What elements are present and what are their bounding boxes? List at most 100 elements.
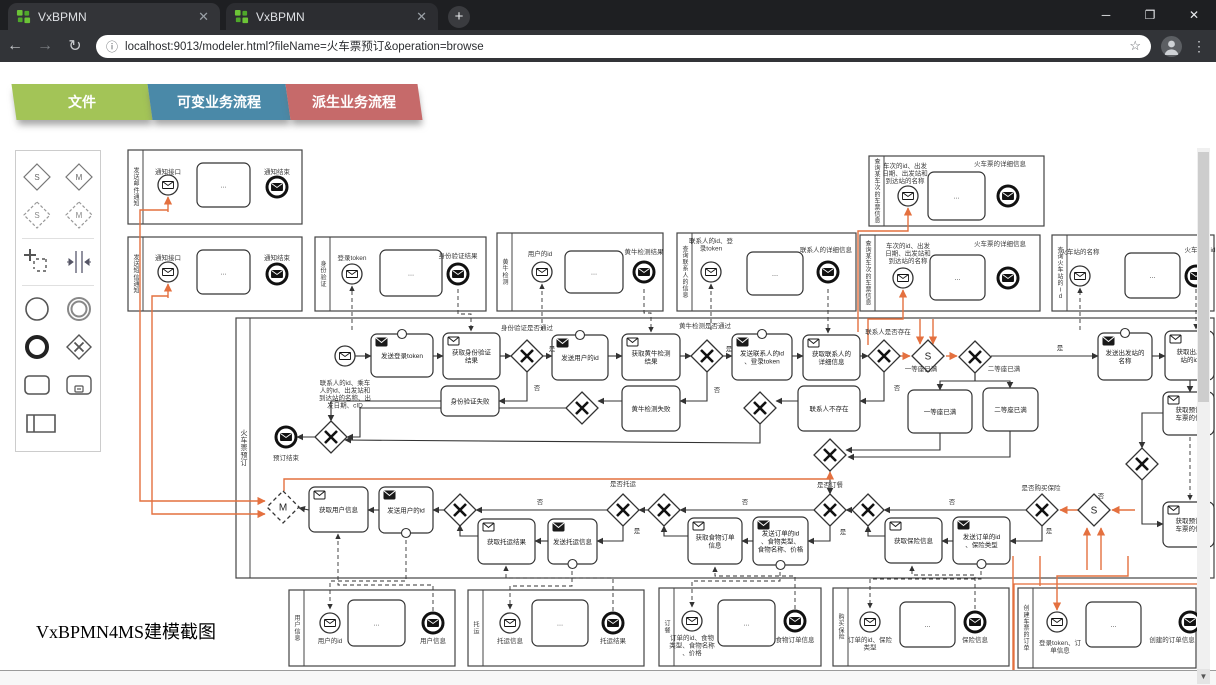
profile-avatar[interactable] [1161, 36, 1182, 57]
browser-tab-2[interactable]: VxBPMN ✕ [226, 3, 438, 30]
intermediate-event-tool[interactable] [61, 291, 97, 327]
bpmn-task[interactable]: … [380, 250, 442, 296]
bpmn-start-event[interactable] [335, 346, 355, 366]
bookmark-star-icon[interactable]: ☆ [1129, 38, 1141, 54]
gateway-m-dashed-tool[interactable]: M [61, 197, 97, 233]
boundary-event-circle[interactable] [568, 560, 577, 569]
url-omnibox[interactable]: ⓘ localhost:9013/modeler.html?fileName=火… [96, 35, 1151, 58]
reload-button[interactable]: ↻ [60, 36, 90, 56]
ribbon-tab-derived-process[interactable]: 派生业务流程 [285, 84, 422, 120]
ribbon-tab-file[interactable]: 文件 [11, 84, 152, 120]
bpmn-start-event[interactable] [1070, 266, 1090, 286]
participant-pool-tool[interactable] [23, 405, 59, 441]
bpmn-task[interactable]: … [532, 600, 588, 646]
bpmn-end-event[interactable] [818, 262, 838, 282]
page-info-icon[interactable]: ⓘ [106, 38, 118, 55]
gateway-m-tool[interactable]: M [61, 159, 97, 195]
lasso-tool[interactable] [19, 244, 55, 280]
bpmn-task[interactable]: 一等座已满 [908, 390, 972, 433]
boundary-event-circle[interactable] [758, 330, 767, 339]
bpmn-task[interactable]: 发送托运信息 [548, 519, 597, 569]
exclusive-gateway-tool[interactable] [61, 329, 97, 365]
bpmn-task[interactable]: 获取保险信息 [885, 518, 942, 563]
bpmn-end-event[interactable] [634, 262, 654, 282]
bpmn-start-event[interactable] [893, 268, 913, 288]
bpmn-task[interactable]: 发送订单的id、食物类型、食物名称、价格 [753, 517, 808, 570]
bpmn-task[interactable]: … [900, 602, 955, 647]
bpmn-task[interactable]: 发送用户的id [379, 487, 433, 538]
subprocess-tool[interactable] [61, 367, 97, 403]
bpmn-task[interactable]: 获取托运结果 [478, 519, 535, 564]
bpmn-task[interactable]: … [718, 600, 775, 646]
bpmn-task[interactable]: … [565, 251, 623, 293]
window-maximize-button[interactable]: ❐ [1128, 8, 1172, 22]
vertical-scrollbar-thumb[interactable] [1198, 152, 1209, 402]
boundary-event-circle[interactable] [776, 561, 785, 570]
bpmn-end-event[interactable] [267, 264, 287, 284]
bpmn-end-event[interactable] [276, 427, 296, 447]
bpmn-start-event[interactable] [500, 613, 520, 633]
bpmn-task[interactable]: 身份验证失败 [441, 386, 499, 416]
bpmn-start-event[interactable] [532, 262, 552, 282]
bpmn-task[interactable]: 发送登录token [371, 330, 433, 378]
scroll-down-arrow-icon[interactable]: ▼ [1197, 669, 1210, 684]
new-tab-button[interactable]: + [448, 6, 470, 28]
bpmn-task[interactable]: 获取黄牛检测结果 [622, 334, 680, 380]
task-tool[interactable] [19, 367, 55, 403]
bpmn-task[interactable]: 发送订单的id、保险类型 [953, 517, 1010, 569]
bpmn-task[interactable]: … [348, 600, 405, 646]
bpmn-task[interactable]: 获取用户信息 [309, 487, 368, 532]
bpmn-start-event[interactable] [342, 264, 362, 284]
boundary-event-circle[interactable] [576, 331, 585, 340]
browser-menu-icon[interactable]: ⋮ [1192, 38, 1206, 55]
window-minimize-button[interactable]: ─ [1084, 8, 1128, 22]
boundary-event-circle[interactable] [977, 560, 986, 569]
bpmn-task[interactable]: … [197, 163, 250, 207]
bpmn-end-event[interactable] [785, 611, 805, 631]
bpmn-task[interactable]: … [1086, 602, 1141, 647]
bpmn-task[interactable]: 发送出发站的名称 [1098, 329, 1152, 381]
vertical-scrollbar[interactable]: ▼ [1197, 148, 1210, 684]
bpmn-start-event[interactable] [860, 612, 880, 632]
bpmn-task[interactable]: 获取食物订单信息 [688, 518, 742, 564]
bpmn-end-event[interactable] [423, 613, 443, 633]
bpmn-end-event[interactable] [267, 177, 287, 197]
bpmn-task[interactable]: … [747, 252, 803, 295]
bpmn-start-event[interactable] [682, 611, 702, 631]
browser-tab-1[interactable]: VxBPMN ✕ [8, 3, 220, 30]
bpmn-task[interactable]: 二等座已满 [983, 388, 1038, 431]
bpmn-start-event[interactable] [320, 613, 340, 633]
bpmn-task[interactable]: 获取联系人的详细信息 [803, 335, 860, 380]
tab-close-icon[interactable]: ✕ [195, 9, 212, 25]
end-event-tool[interactable] [19, 329, 55, 365]
bpmn-task[interactable]: … [928, 172, 985, 220]
window-close-button[interactable]: ✕ [1172, 8, 1216, 22]
bpmn-start-event[interactable] [158, 262, 178, 282]
bpmn-end-event[interactable] [448, 264, 468, 284]
bpmn-end-event[interactable] [603, 613, 623, 633]
bpmn-start-event[interactable] [1047, 612, 1067, 632]
bpmn-end-event[interactable] [965, 612, 985, 632]
bpmn-start-event[interactable] [701, 262, 721, 282]
space-tool[interactable] [61, 244, 97, 280]
start-event-tool[interactable] [19, 291, 55, 327]
bpmn-task[interactable]: 发送联系人的id、登录token [732, 330, 792, 381]
url-text[interactable]: localhost:9013/modeler.html?fileName=火车票… [125, 38, 1129, 54]
bpmn-end-event[interactable] [998, 268, 1018, 288]
boundary-event-circle[interactable] [398, 330, 407, 339]
bpmn-task[interactable]: 发送用户的id [552, 331, 608, 381]
forward-button[interactable]: → [30, 37, 60, 55]
bpmn-task[interactable]: … [1125, 253, 1180, 298]
bpmn-task[interactable]: … [197, 250, 250, 294]
bpmn-task[interactable]: 联系人不存在 [798, 386, 860, 431]
bpmn-task[interactable]: … [930, 255, 985, 300]
boundary-event-circle[interactable] [402, 529, 411, 538]
tab-close-icon[interactable]: ✕ [413, 9, 430, 25]
back-button[interactable]: ← [0, 37, 30, 55]
bpmn-task[interactable]: 黄牛检测失败 [622, 386, 680, 431]
gateway-s-dashed-tool[interactable]: S [19, 197, 55, 233]
boundary-event-circle[interactable] [1121, 329, 1130, 338]
gateway-s-tool[interactable]: S [19, 159, 55, 195]
bpmn-end-event[interactable] [998, 186, 1018, 206]
bpmn-start-event[interactable] [898, 186, 918, 206]
